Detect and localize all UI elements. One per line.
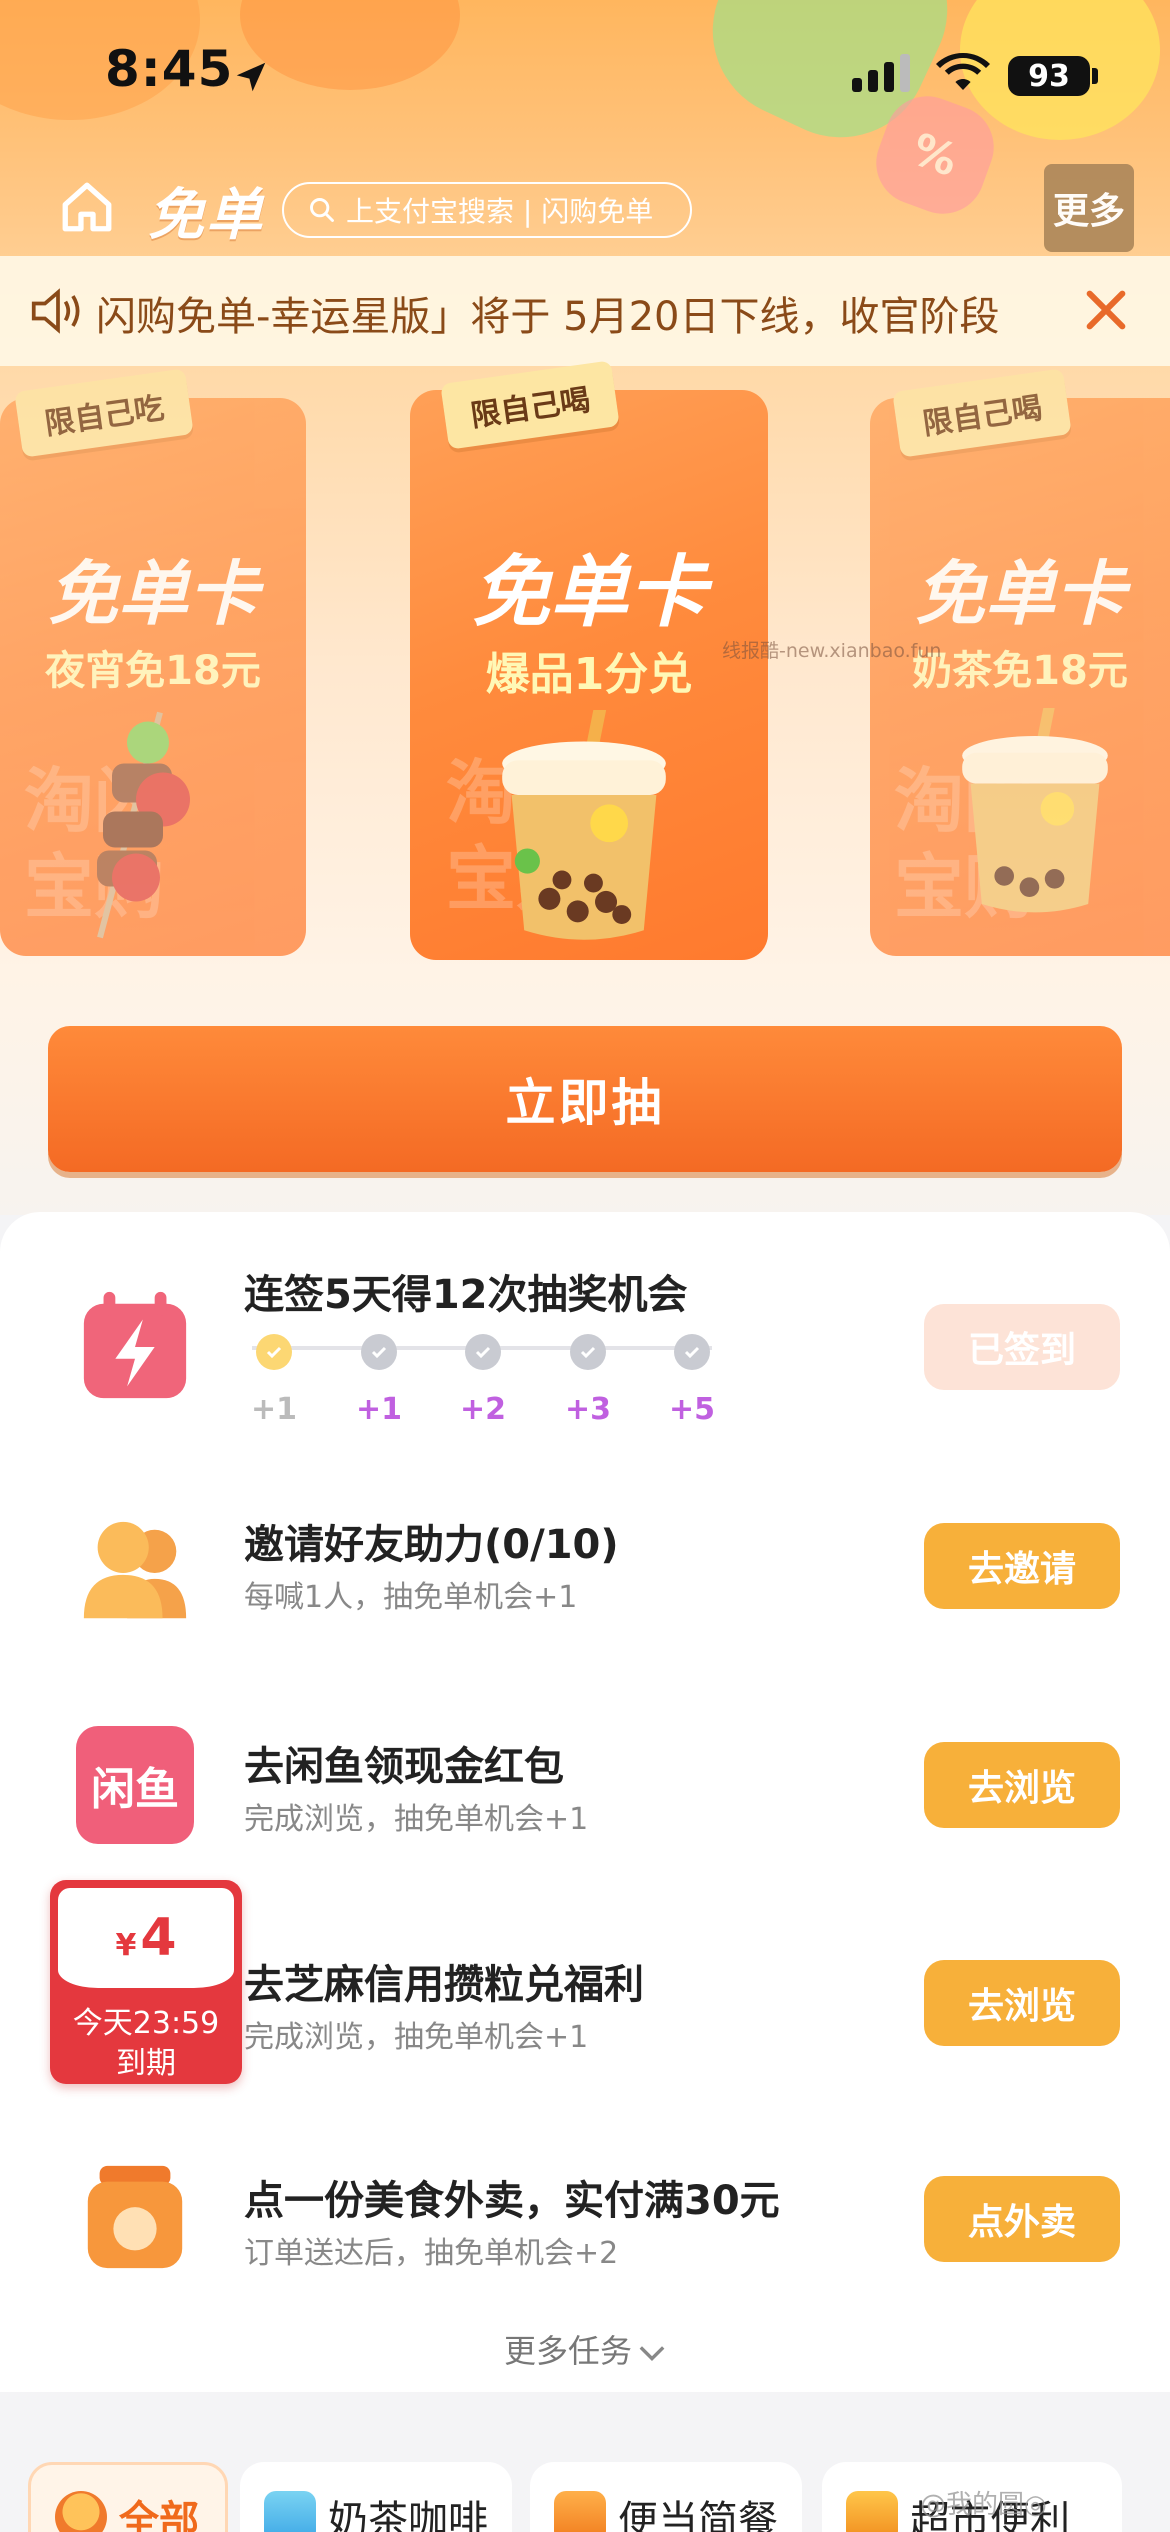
order-delivery-button[interactable]: 点外卖 [924,2176,1120,2262]
cellular-signal-icon [852,54,910,92]
search-text: 上支付宝搜索 | 闪购免单 [346,195,654,228]
supermarket-icon [846,2491,898,2532]
free-order-card-center[interactable]: 限自己喝 免单卡 爆品1分兑 淘闪宝购 [410,360,768,960]
task-subtitle: 完成浏览，抽免单机会+1 [244,2020,589,2055]
category-tab-all[interactable]: 全部 [28,2462,228,2532]
battery-indicator: 93 [1008,56,1090,96]
category-tab-milk-tea-coffee[interactable]: 奶茶咖啡 [240,2462,512,2532]
free-order-card-left[interactable]: 限自己吃 免单卡 夜宵免18元 淘闪 宝购 [0,368,306,956]
xianyu-task: 闲鱼 去闲鱼领现金红包 完成浏览，抽免单机会+1 去浏览 [0,1696,1170,1896]
more-tasks-label: 更多任务 [503,2332,632,2370]
browse-button[interactable]: 去浏览 [924,1742,1120,1828]
task-title: 去闲鱼领现金红包 [244,1744,564,1790]
wifi-icon [936,53,990,90]
location-arrow-icon [236,62,266,92]
top-nav: 免单 上支付宝搜索 | 闪购免单 更多 [0,160,1170,260]
checkin-day-2-check-icon [361,1334,397,1370]
food-bag-icon [87,2165,183,2269]
friends-icon [83,1521,187,1619]
source-watermark: 线报酷-new.xianbao.fun [722,640,942,662]
skewer-illustration [97,711,190,939]
food-delivery-task: 点一份美食外卖，实付满30元 订单送达后，抽免单机会+2 点外卖 [0,2132,1170,2332]
checkin-day-5-check-icon [674,1334,710,1370]
milk-tea-illustration [962,708,1108,913]
checkin-reward-label: +2 [459,1392,506,1427]
card-title: 免单卡 [471,548,706,638]
task-title: 去芝麻信用攒粒兑福利 [244,1962,644,2008]
category-label: 便当简餐 [618,2498,778,2532]
category-all-icon [55,2491,107,2532]
checkin-reward-label: +1 [355,1392,402,1427]
xianyu-app-icon: 闲鱼 [76,1726,194,1844]
task-subtitle: 完成浏览，抽免单机会+1 [244,1802,589,1837]
brand-title: 免单 [148,183,264,248]
bubble-tea-illustration [502,710,666,940]
status-bar: 8:45 93 [0,40,1170,120]
task-subtitle: 每喊1人，抽免单机会+1 [244,1580,578,1615]
more-tasks-link[interactable]: 更多任务 [0,2326,1170,2372]
checkin-reward-label: +3 [564,1392,611,1427]
category-tab-bento[interactable]: 便当简餐 [530,2462,802,2532]
status-time: 8:45 [105,40,234,98]
checkin-reward-label: +1 [250,1392,297,1427]
notice-banner: 闪购免单-幸运星版」将于 5月20日下线，收官阶段 [0,256,1170,366]
task-title: 点一份美食外卖，实付满30元 [244,2178,780,2224]
more-button[interactable]: 更多 [1044,164,1134,252]
checked-in-button[interactable]: 已签到 [924,1304,1120,1390]
coupon-badge[interactable]: ¥ 4 今天23:59 到期 [50,1880,242,2084]
card-title: 免单卡 [915,553,1125,635]
card-title: 免单卡 [48,553,258,635]
checkin-day-3-check-icon [465,1334,501,1370]
invite-friends-task: 邀请好友助力(0/10) 每喊1人，抽免单机会+1 去邀请 [0,1478,1170,1678]
coupon-expiry-label: 到期 [116,2046,176,2081]
coupon-value: 4 [140,1908,177,1968]
browse-button[interactable]: 去浏览 [924,1960,1120,2046]
speaker-icon [31,288,80,334]
drink-icon [264,2491,316,2532]
close-icon[interactable] [1078,282,1134,338]
checkin-reward-label: +5 [668,1392,715,1427]
coupon-amount: ¥ 4 [58,1888,234,1988]
search-icon [310,198,334,222]
calendar-lightning-icon [83,1291,187,1399]
bento-icon [554,2491,606,2532]
card-subtitle: 爆品1分兑 [485,649,693,700]
checkin-day-1-check-icon [256,1334,292,1370]
draw-now-button[interactable]: 立即抽 [48,1026,1122,1172]
category-label: 奶茶咖啡 [328,2498,488,2532]
invite-button[interactable]: 去邀请 [924,1523,1120,1609]
card-subtitle: 夜宵免18元 [45,648,261,694]
home-icon[interactable] [58,178,116,236]
task-title: 邀请好友助力(0/10) [244,1522,619,1568]
notice-text: 闪购免单-幸运星版」将于 5月20日下线，收官阶段 [96,294,1000,340]
coupon-expiry-time: 今天23:59 [72,2006,220,2041]
task-title: 连签5天得12次抽奖机会 [244,1272,688,1318]
task-subtitle: 订单送达后，抽免单机会+2 [244,2236,619,2271]
bottom-watermark: @我的圆◎ [920,2490,1047,2520]
battery-tip [1092,68,1098,84]
checkin-day-4-check-icon [570,1334,606,1370]
chevron-down-icon [639,2346,665,2361]
free-order-card-right[interactable]: 限自己喝 免单卡 奶茶免18元 淘闪 宝购 [870,368,1170,956]
category-label: 全部 [119,2498,199,2532]
coupon-currency: ¥ [115,1927,137,1963]
search-bar[interactable]: 上支付宝搜索 | 闪购免单 [282,182,692,238]
